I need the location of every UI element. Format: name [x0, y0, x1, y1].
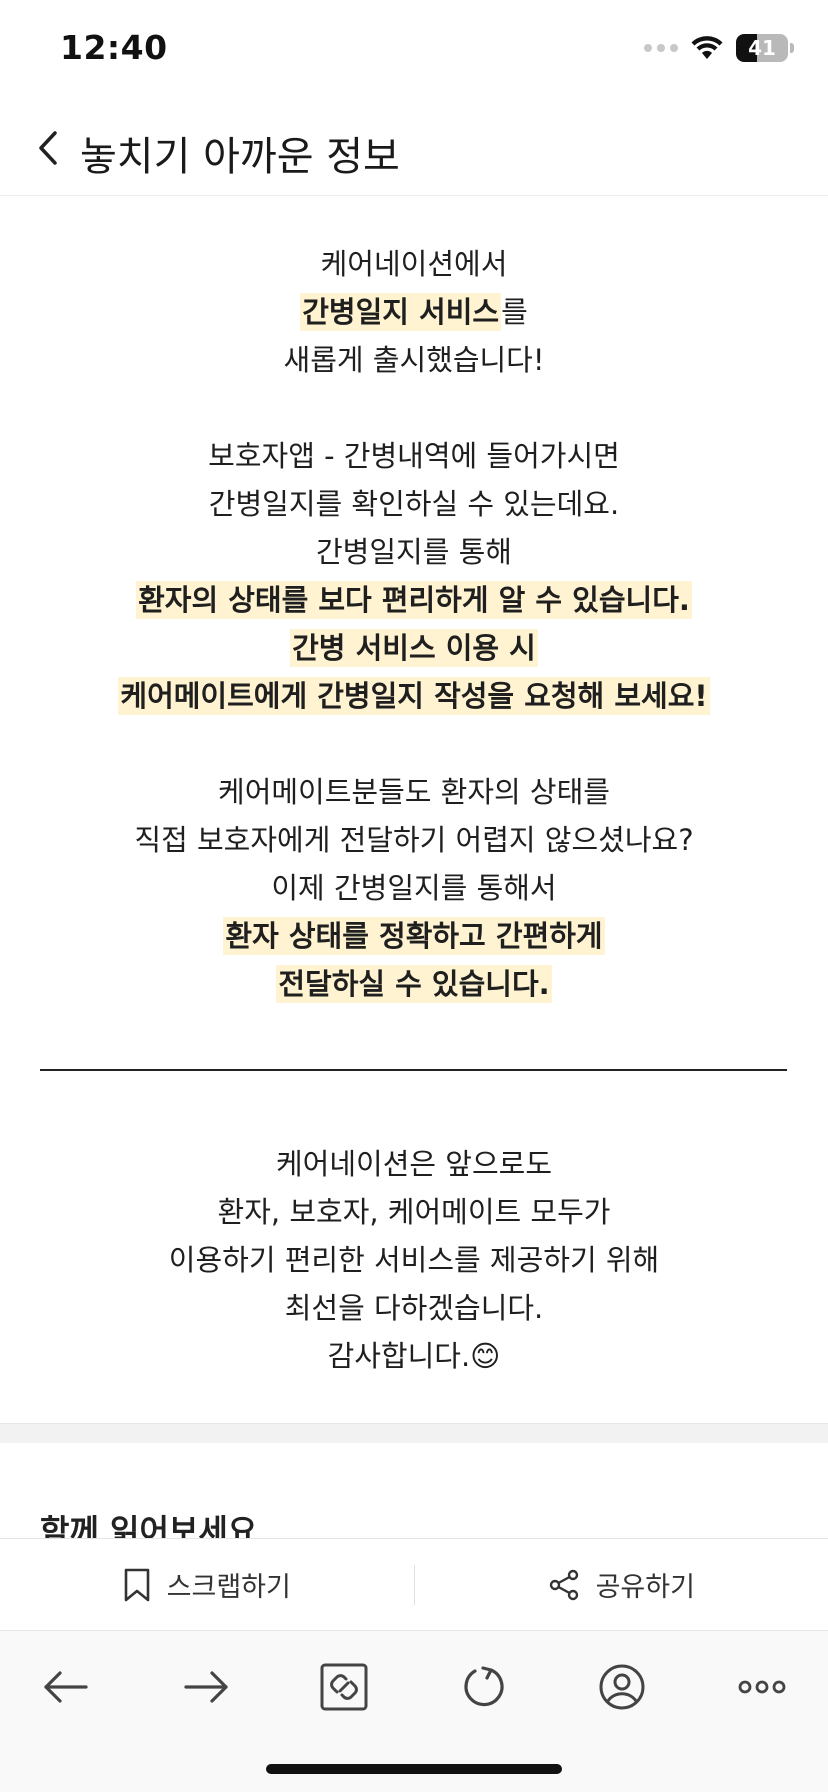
article-line: 전달하실 수 있습니다.	[0, 960, 828, 1008]
article-text: 간병일지를 확인하실 수 있는데요.	[208, 487, 620, 521]
article-line: 간병일지를 통해	[0, 528, 828, 576]
article-paragraph-1: 케어네이션에서간병일지 서비스를새롭게 출시했습니다!	[0, 240, 828, 384]
more-button[interactable]	[730, 1655, 794, 1719]
refresh-button[interactable]	[452, 1655, 516, 1719]
article-line: 환자 상태를 정확하고 간편하게	[0, 912, 828, 960]
highlighted-text: 환자 상태를 정확하고 간편하게	[223, 917, 605, 955]
article-line: 케어네이션은 앞으로도	[0, 1140, 828, 1188]
article-line: 환자의 상태를 보다 편리하게 알 수 있습니다.	[0, 576, 828, 624]
article-text: 새롭게 출시했습니다!	[283, 343, 545, 377]
refresh-icon	[464, 1666, 504, 1707]
article-text: 이용하기 편리한 서비스를 제공하기 위해	[168, 1243, 660, 1277]
home-indicator	[266, 1764, 562, 1774]
highlighted-text: 간병일지 서비스	[300, 293, 502, 331]
more-icon	[738, 1680, 786, 1694]
battery-level: 41	[748, 36, 776, 60]
article-line: 이용하기 편리한 서비스를 제공하기 위해	[0, 1236, 828, 1284]
article-line: 간병 서비스 이용 시	[0, 624, 828, 672]
article-text: 간병일지를 통해	[316, 535, 512, 569]
article-line: 최선을 다하겠습니다.	[0, 1284, 828, 1332]
bookmark-icon	[124, 1568, 149, 1601]
article-paragraph-4: 케어네이션은 앞으로도환자, 보호자, 케어메이트 모두가이용하기 편리한 서비…	[0, 1140, 828, 1380]
app-header: 놓치기 아까운 정보	[0, 100, 828, 196]
chevron-left-icon	[39, 131, 57, 165]
forward-arrow-icon	[184, 1671, 228, 1703]
article-text: 최선을 다하겠습니다.	[284, 1291, 544, 1325]
highlighted-text: 케어메이트에게 간병일지 작성을 요청해 보세요!	[118, 677, 710, 715]
action-bar: 스크랩하기 공유하기	[0, 1538, 828, 1630]
share-icon	[549, 1569, 578, 1600]
section-gap	[0, 1423, 828, 1443]
article-text: 케어네이션은 앞으로도	[275, 1147, 553, 1181]
article-text: 감사합니다.😊	[327, 1339, 501, 1373]
article-text: 케어메이트분들도 환자의 상태를	[218, 775, 610, 809]
article-line: 케어메이트분들도 환자의 상태를	[0, 768, 828, 816]
article-line: 간병일지 서비스를	[0, 288, 828, 336]
article-line: 케어네이션에서	[0, 240, 828, 288]
status-time: 12:40	[60, 28, 168, 67]
article-line: 직접 보호자에게 전달하기 어렵지 않으셨나요?	[0, 816, 828, 864]
signal-dots-icon	[644, 44, 678, 52]
article-text: 환자, 보호자, 케어메이트 모두가	[217, 1195, 611, 1229]
browser-forward-button[interactable]	[174, 1655, 238, 1719]
article-line: 환자, 보호자, 케어메이트 모두가	[0, 1188, 828, 1236]
status-bar: 12:40 41	[0, 0, 828, 100]
article-paragraph-3: 케어메이트분들도 환자의 상태를직접 보호자에게 전달하기 어렵지 않으셨나요?…	[0, 768, 828, 1008]
article-text: 보호자앱 - 간병내역에 들어가시면	[208, 439, 620, 473]
article-text: 를	[501, 295, 528, 329]
article-paragraph-2: 보호자앱 - 간병내역에 들어가시면간병일지를 확인하실 수 있는데요. 간병일지…	[0, 432, 828, 720]
article-line: 감사합니다.😊	[0, 1332, 828, 1380]
browser-back-button[interactable]	[34, 1655, 98, 1719]
article-text: 케어네이션에서	[320, 247, 508, 281]
share-label: 공유하기	[595, 1572, 695, 1603]
share-button[interactable]: 공유하기	[415, 1539, 828, 1630]
scrap-label: 스크랩하기	[166, 1572, 291, 1603]
profile-button[interactable]	[590, 1655, 654, 1719]
article-line: 새롭게 출시했습니다!	[0, 336, 828, 384]
section-divider	[40, 1069, 787, 1071]
battery-icon: 41	[736, 34, 788, 62]
link-icon	[320, 1663, 368, 1711]
scrap-button[interactable]: 스크랩하기	[0, 1539, 414, 1630]
wifi-icon	[691, 36, 723, 59]
article-line: 케어메이트에게 간병일지 작성을 요청해 보세요!	[0, 672, 828, 720]
article-line: 이제 간병일지를 통해서	[0, 864, 828, 912]
article-text: 직접 보호자에게 전달하기 어렵지 않으셨나요?	[134, 823, 694, 857]
highlighted-text: 환자의 상태를 보다 편리하게 알 수 있습니다.	[136, 581, 692, 619]
article-line: 보호자앱 - 간병내역에 들어가시면	[0, 432, 828, 480]
back-arrow-icon	[44, 1671, 88, 1703]
article-line: 간병일지를 확인하실 수 있는데요.	[0, 480, 828, 528]
article-text: 이제 간병일지를 통해서	[271, 871, 557, 905]
page-title: 놓치기 아까운 정보	[80, 134, 400, 180]
highlighted-text: 전달하실 수 있습니다.	[276, 965, 552, 1003]
back-button[interactable]	[22, 122, 74, 174]
article-body: 케어네이션에서간병일지 서비스를새롭게 출시했습니다! 보호자앱 - 간병내역에…	[0, 196, 828, 1426]
status-icons: 41	[644, 34, 794, 62]
link-button[interactable]	[312, 1655, 376, 1719]
profile-icon	[599, 1664, 645, 1710]
highlighted-text: 간병 서비스 이용 시	[290, 629, 538, 667]
